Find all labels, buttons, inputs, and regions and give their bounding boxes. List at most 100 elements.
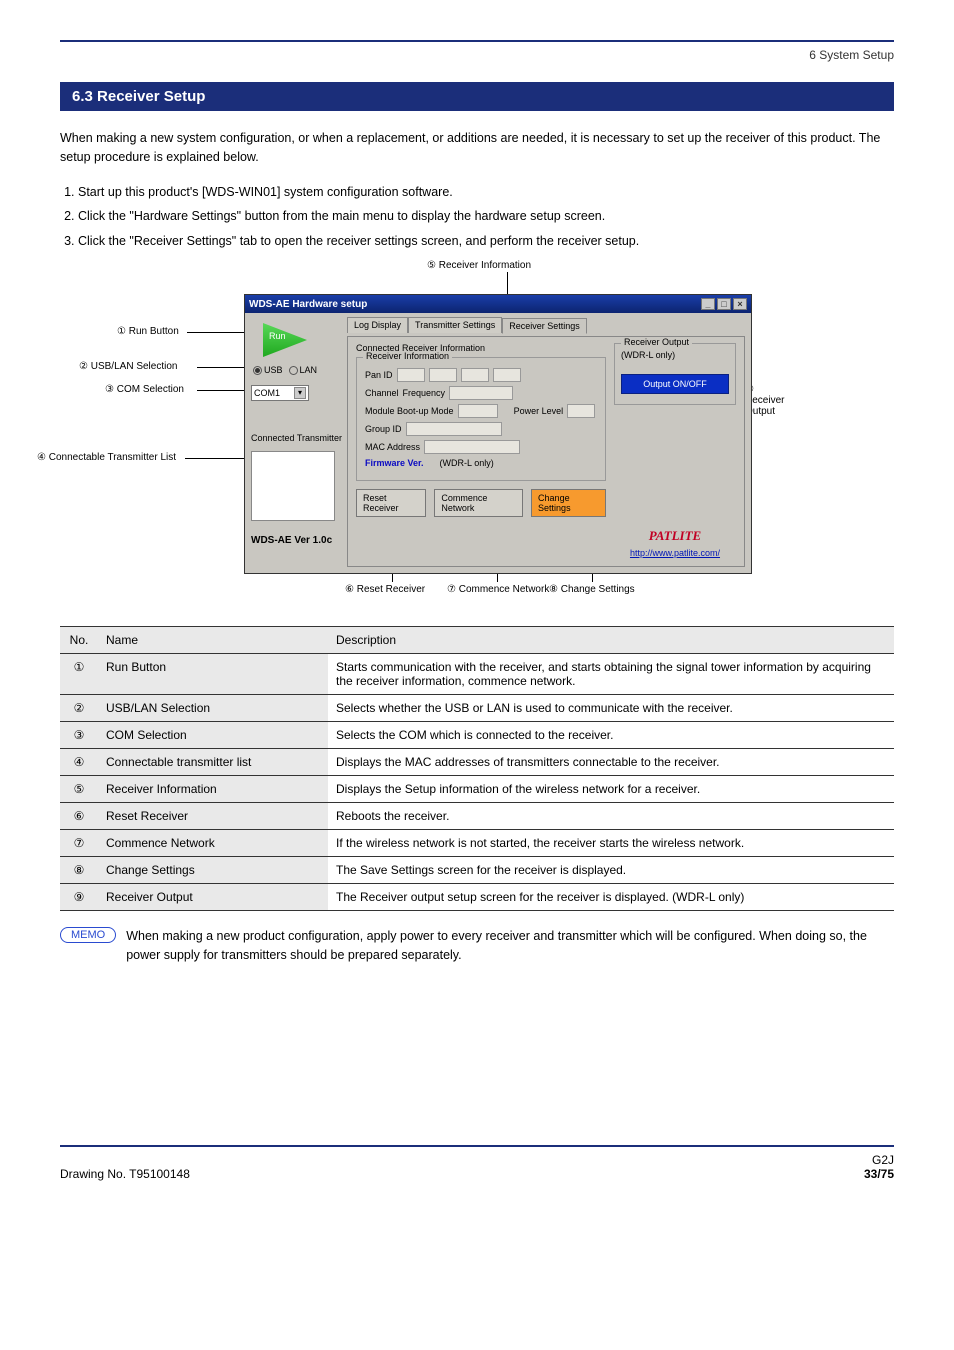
intro-paragraph: When making a new system configuration, … [60,129,894,167]
mac-field [424,440,520,454]
bootmode-field [458,404,498,418]
table-row-name: Connectable transmitter list [98,749,328,776]
change-settings-button[interactable]: Change Settings [531,489,606,517]
table-row-no: ③ [60,722,98,749]
frequency-label: Frequency [403,388,446,398]
panid-field-3 [461,368,489,382]
footer-code: G2J [864,1153,894,1167]
table-row-no: ④ [60,749,98,776]
callout-receiver-info: ⑤ Receiver Information [427,260,531,271]
description-table: No. Name Description ①Run ButtonStarts c… [60,626,894,911]
powerlevel-field [567,404,595,418]
panid-field-4 [493,368,521,382]
table-row-desc: The Save Settings screen for the receive… [328,857,894,884]
step-item: Start up this product's [WDS-WIN01] syst… [78,181,894,204]
section-title: 6.3 Receiver Setup [60,82,894,111]
table-row-desc: Reboots the receiver. [328,803,894,830]
lan-radio[interactable] [289,366,298,375]
page-header: 6 System Setup [60,48,894,62]
table-row-no: ② [60,695,98,722]
tab-transmitter-settings[interactable]: Transmitter Settings [408,317,502,333]
table-row-name: USB/LAN Selection [98,695,328,722]
panid-label: Pan ID [365,370,393,380]
table-row-name: Receiver Output [98,884,328,911]
footer-page-number: 33/75 [864,1167,894,1181]
usb-radio[interactable] [253,366,262,375]
table-row-no: ⑤ [60,776,98,803]
callout-ct-list: ④ Connectable Transmitter List [37,452,176,463]
table-row-desc: The Receiver output setup screen for the… [328,884,894,911]
callout-reset: ⑥ Reset Receiver [345,584,425,595]
receiver-info-legend: Receiver Information [363,351,452,361]
version-label: WDS-AE Ver 1.0c [251,535,343,546]
memo-badge: MEMO [60,927,116,943]
th-name: Name [98,627,328,654]
table-row-desc: Selects the COM which is connected to th… [328,722,894,749]
table-row-name: Receiver Information [98,776,328,803]
bootmode-label: Module Boot-up Mode [365,406,454,416]
callout-commence: ⑦ Commence Network [447,584,549,595]
tab-log-display[interactable]: Log Display [347,317,408,333]
table-row-name: Change Settings [98,857,328,884]
chevron-down-icon: ▾ [294,387,306,399]
table-row-desc: If the wireless network is not started, … [328,830,894,857]
groupid-label: Group ID [365,424,402,434]
page-footer: Drawing No. T95100148 G2J 33/75 [60,1145,894,1181]
callout-change: ⑧ Change Settings [549,584,635,595]
firmware-wdrl-note: (WDR-L only) [440,458,494,468]
callout-com: ③ COM Selection [105,384,184,395]
table-row-no: ⑧ [60,857,98,884]
minimize-icon[interactable]: _ [701,298,715,310]
receiver-output-group: Receiver Output (WDR-L only) Output ON/O… [614,343,736,405]
panid-field-2 [429,368,457,382]
table-row-name: Run Button [98,654,328,695]
com-select[interactable]: COM1 ▾ [251,385,309,401]
table-row-name: Commence Network [98,830,328,857]
receiver-info-group: Receiver Information Pan ID Channel [356,357,606,481]
table-row-no: ⑨ [60,884,98,911]
maximize-icon[interactable]: □ [717,298,731,310]
table-row-no: ⑦ [60,830,98,857]
connected-transmitter-label: Connected Transmitter [251,433,343,443]
footer-drawing-no: Drawing No. T95100148 [60,1167,190,1181]
powerlevel-label: Power Level [514,406,564,416]
tab-receiver-settings[interactable]: Receiver Settings [502,318,587,334]
mac-label: MAC Address [365,442,420,452]
frequency-field [449,386,513,400]
table-row-name: COM Selection [98,722,328,749]
table-row-name: Reset Receiver [98,803,328,830]
step-item: Click the "Receiver Settings" tab to ope… [78,230,894,253]
th-no: No. [60,627,98,654]
reset-receiver-button[interactable]: Reset Receiver [356,489,426,517]
table-row-desc: Starts communication with the receiver, … [328,654,894,695]
memo-text: When making a new product configuration,… [126,927,894,965]
panid-field-1 [397,368,425,382]
run-button-label: Run [269,331,286,341]
receiver-output-note: (WDR-L only) [621,350,729,360]
brand-logo: PATLITE [614,528,736,544]
com-select-value: COM1 [254,388,280,398]
table-row-no: ⑥ [60,803,98,830]
commence-network-button[interactable]: Commence Network [434,489,523,517]
output-onoff-button[interactable]: Output ON/OFF [621,374,729,394]
groupid-field [406,422,502,436]
connected-transmitter-list[interactable] [251,451,335,521]
channel-label: Channel [365,388,399,398]
th-desc: Description [328,627,894,654]
table-row-desc: Displays the MAC addresses of transmitte… [328,749,894,776]
callout-run: ① Run Button [117,326,179,337]
screenshot-figure: ① Run Button ② USB/LAN Selection ③ COM S… [167,266,787,596]
steps-list: Start up this product's [WDS-WIN01] syst… [60,181,894,253]
lan-radio-label: LAN [300,365,318,375]
window-title: WDS-AE Hardware setup [249,299,367,310]
app-window: WDS-AE Hardware setup _ □ × Run [244,294,752,574]
table-row-desc: Displays the Setup information of the wi… [328,776,894,803]
titlebar: WDS-AE Hardware setup _ □ × [245,295,751,313]
table-row-no: ① [60,654,98,695]
callout-usb-lan: ② USB/LAN Selection [79,361,177,372]
table-row-desc: Selects whether the USB or LAN is used t… [328,695,894,722]
receiver-output-legend: Receiver Output [621,337,692,347]
brand-link[interactable]: http://www.patlite.com/ [614,548,736,558]
close-icon[interactable]: × [733,298,747,310]
firmware-label: Firmware Ver. [365,458,424,468]
